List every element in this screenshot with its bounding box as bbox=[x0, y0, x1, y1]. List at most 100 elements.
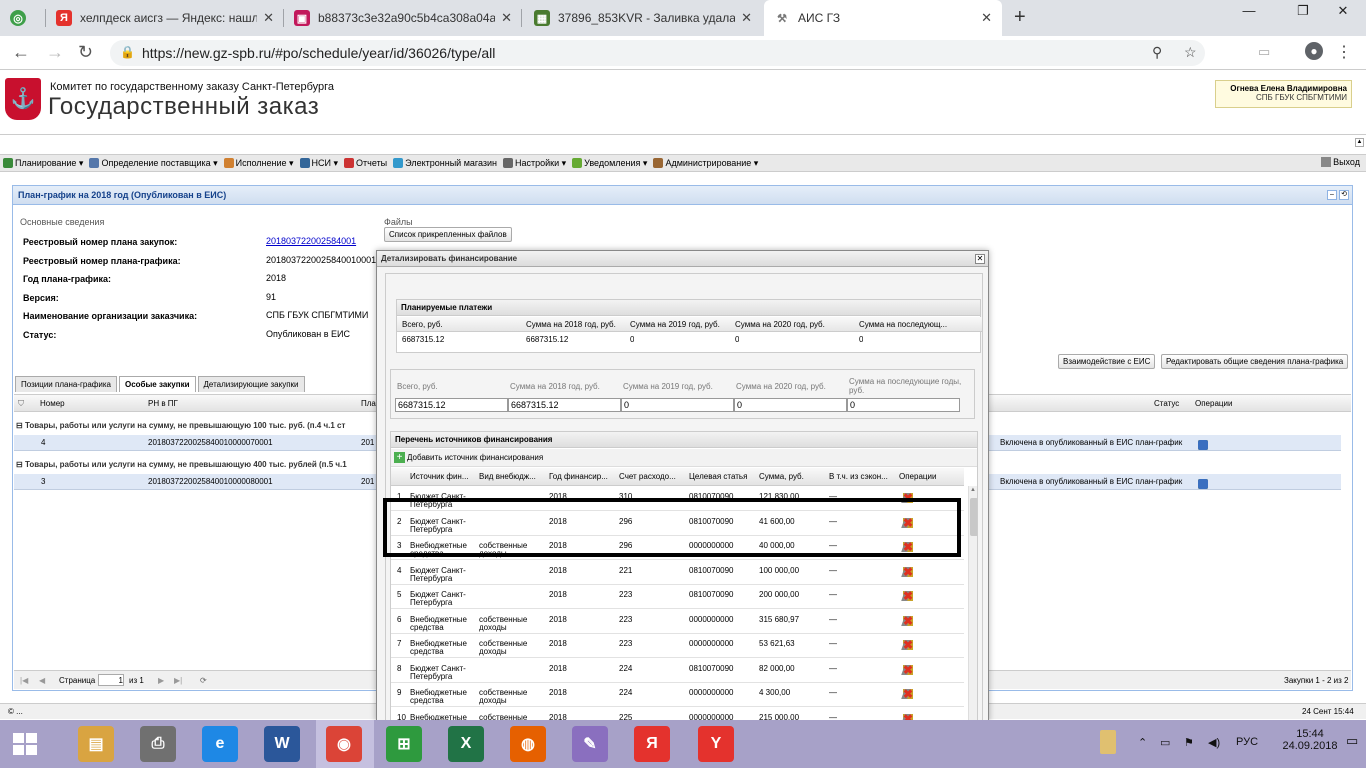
minimize-panel-button[interactable]: – bbox=[1327, 190, 1337, 200]
add-source-button[interactable]: + Добавить источник финансирования bbox=[394, 452, 543, 463]
menu-notifications[interactable]: Уведомления ▾ bbox=[569, 158, 650, 169]
refresh-panel-button[interactable]: ⟲ bbox=[1339, 190, 1349, 200]
sum-2020-input[interactable]: 0 bbox=[734, 398, 847, 412]
col-status[interactable]: Статус bbox=[1154, 399, 1179, 408]
notifications-icon[interactable]: ▭ bbox=[1346, 733, 1358, 749]
last-page-icon[interactable]: ▶| bbox=[174, 676, 182, 685]
table-row[interactable]: 9 Внебюджетные средства собственные доходы… bbox=[391, 683, 964, 707]
paint-icon[interactable]: ✎ bbox=[572, 726, 608, 762]
lock-icon[interactable]: 🔒 bbox=[120, 45, 135, 59]
close-tab-icon[interactable]: ✕ bbox=[981, 10, 992, 26]
scroll-up-icon[interactable]: ▲ bbox=[970, 487, 976, 493]
menu-admin[interactable]: Администрирование ▾ bbox=[650, 158, 761, 169]
close-tab-icon[interactable]: ✕ bbox=[263, 10, 274, 26]
chart-icon[interactable] bbox=[1198, 440, 1208, 450]
menu-planning[interactable]: Планирование ▾ bbox=[0, 158, 86, 169]
browser-tab-apps[interactable]: ◎ bbox=[0, 0, 46, 36]
menu-execution[interactable]: Исполнение ▾ bbox=[221, 158, 297, 169]
pdf-extension-icon[interactable]: ▭ bbox=[1258, 44, 1270, 60]
total-input[interactable]: 6687315.12 bbox=[395, 398, 508, 412]
system-clock[interactable]: 15:44 24.09.2018 bbox=[1282, 728, 1338, 752]
browser-tab-b88373[interactable]: ▣ b88373c3e32a90c5b4ca308a04a ✕ bbox=[284, 0, 522, 36]
menu-eshop[interactable]: Электронный магазин bbox=[390, 158, 500, 168]
network-icon[interactable]: ▭ bbox=[1160, 736, 1170, 749]
bookmark-star-icon[interactable]: ☆ bbox=[1184, 44, 1197, 61]
new-tab-button[interactable]: + bbox=[1014, 6, 1026, 29]
menu-reports[interactable]: Отчеты bbox=[341, 158, 390, 168]
browser-tab-yandex[interactable]: Я хелпдеск аисгз — Яндекс: нашл ✕ bbox=[46, 0, 284, 36]
forward-arrow-icon[interactable]: → bbox=[46, 42, 64, 63]
sum-2018-input[interactable]: 6687315.12 bbox=[508, 398, 621, 412]
col-rn[interactable]: РН в ПГ bbox=[148, 399, 178, 408]
excel-icon[interactable]: X bbox=[448, 726, 484, 762]
plan-number-link[interactable]: 201803722002584001 bbox=[266, 236, 356, 246]
filter-icon[interactable]: ⛉ bbox=[18, 399, 24, 409]
language-indicator[interactable]: РУС bbox=[1236, 736, 1258, 748]
delete-icon[interactable]: ✖ bbox=[903, 688, 913, 700]
table-row[interactable]: 8 Бюджет Санкт-Петербурга 2018 224 081007009… bbox=[391, 658, 964, 683]
word-icon[interactable]: W bbox=[264, 726, 300, 762]
close-window-button[interactable]: ✕ bbox=[1320, 0, 1366, 22]
yandex-icon[interactable]: Y bbox=[698, 726, 734, 762]
yandex-browser-icon[interactable]: Я bbox=[634, 726, 670, 762]
zoom-icon[interactable]: ⚲ bbox=[1152, 44, 1162, 61]
table-row[interactable]: 7 Внебюджетные средства собственные доходы… bbox=[391, 634, 964, 658]
url-text[interactable]: https://new.gz-spb.ru/#po/schedule/year/… bbox=[142, 45, 495, 61]
col-header[interactable]: Сумма, руб. bbox=[759, 472, 825, 481]
minimize-button[interactable]: — bbox=[1226, 0, 1272, 22]
delete-icon[interactable]: ✖ bbox=[903, 590, 913, 602]
internet-explorer-icon[interactable]: e bbox=[202, 726, 238, 762]
first-page-icon[interactable]: |◀ bbox=[20, 676, 28, 685]
scroll-thumb[interactable] bbox=[970, 498, 977, 536]
chrome-icon[interactable]: ◉ bbox=[326, 726, 362, 762]
close-dialog-button[interactable]: ✕ bbox=[975, 254, 985, 264]
menu-kebab-icon[interactable]: ⋮ bbox=[1336, 42, 1352, 62]
collapse-header-button[interactable]: ▲ bbox=[1355, 138, 1364, 147]
omnibox[interactable]: 🔒 https://new.gz-spb.ru/#po/schedule/yea… bbox=[110, 40, 1205, 66]
refresh-icon[interactable]: ⟳ bbox=[200, 676, 207, 685]
prev-page-icon[interactable]: ◀ bbox=[39, 676, 45, 685]
col-header[interactable]: Операции bbox=[899, 472, 959, 481]
delete-icon[interactable]: ✖ bbox=[903, 615, 913, 627]
volume-icon[interactable]: ◀) bbox=[1208, 736, 1220, 749]
exit-button[interactable]: Выход bbox=[1321, 157, 1360, 167]
edit-general-info-button[interactable]: Редактировать общие сведения плана-графи… bbox=[1161, 354, 1349, 369]
chart-icon[interactable] bbox=[1198, 479, 1208, 489]
store-icon[interactable]: ⊞ bbox=[386, 726, 422, 762]
reload-icon[interactable]: ↻ bbox=[78, 42, 93, 63]
scanner-icon[interactable]: ⎙ bbox=[140, 726, 176, 762]
user-box[interactable]: Огнева Елена Владимировна СПБ ГБУК СПБГМ… bbox=[1215, 80, 1352, 108]
sources-scrollbar[interactable]: ▲ bbox=[968, 486, 977, 723]
tray-expand-icon[interactable]: ⌃ bbox=[1138, 736, 1147, 749]
delete-icon[interactable]: ✖ bbox=[903, 566, 913, 578]
tab-detailing-purchases[interactable]: Детализирующие закупки bbox=[197, 376, 305, 392]
col-header[interactable]: Целевая статья bbox=[689, 472, 755, 481]
menu-nsi[interactable]: НСИ ▾ bbox=[297, 158, 342, 169]
browser-tab-ais-gz[interactable]: ⚒ АИС ГЗ ✕ bbox=[764, 0, 1002, 36]
delete-icon[interactable]: ✖ bbox=[903, 664, 913, 676]
page-input[interactable] bbox=[98, 674, 124, 686]
tab-schedule-positions[interactable]: Позиции плана-графика bbox=[15, 376, 117, 392]
col-header[interactable]: Вид внебюдж... bbox=[479, 472, 545, 481]
file-explorer-icon[interactable]: ▤ bbox=[78, 726, 114, 762]
next-page-icon[interactable]: ▶ bbox=[158, 676, 164, 685]
col-header[interactable]: Год финансир... bbox=[549, 472, 615, 481]
close-tab-icon[interactable]: ✕ bbox=[501, 10, 512, 26]
menu-supplier[interactable]: Определение поставщика ▾ bbox=[86, 158, 220, 169]
table-row[interactable]: 4 Бюджет Санкт-Петербурга 2018 221 081007009… bbox=[391, 560, 964, 585]
windows-start-icon[interactable] bbox=[12, 732, 38, 756]
tab-special-purchases[interactable]: Особые закупки bbox=[118, 376, 196, 392]
firefox-icon[interactable]: ◍ bbox=[510, 726, 546, 762]
col-header[interactable]: Источник фин... bbox=[410, 472, 474, 481]
flag-icon[interactable]: ⚑ bbox=[1184, 736, 1194, 749]
col-operations[interactable]: Операции bbox=[1195, 399, 1232, 408]
sum-later-input[interactable]: 0 bbox=[847, 398, 960, 412]
menu-settings[interactable]: Настройки ▾ bbox=[500, 158, 569, 169]
browser-tab-37896[interactable]: ▦ 37896_853KVR - Заливка удалас ✕ bbox=[524, 0, 762, 36]
user-folder-icon[interactable] bbox=[1100, 730, 1116, 754]
group-header[interactable]: ⊟ Товары, работы или услуги на сумму, не… bbox=[16, 421, 345, 430]
eis-interaction-button[interactable]: Взаимодействие с ЕИС bbox=[1058, 354, 1156, 369]
col-header[interactable]: Счет расходо... bbox=[619, 472, 685, 481]
back-arrow-icon[interactable]: ← bbox=[12, 42, 30, 63]
col-plan[interactable]: Пла bbox=[361, 399, 376, 408]
